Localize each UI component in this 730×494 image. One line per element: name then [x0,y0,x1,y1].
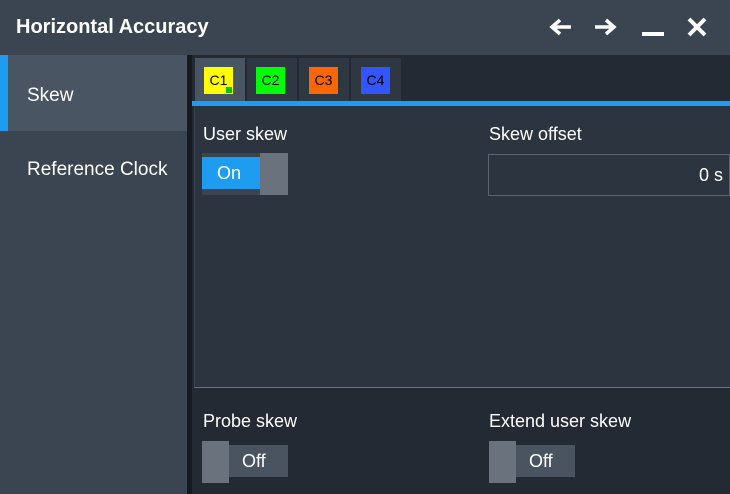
toggle-state: Off [229,445,288,477]
probe-skew-label: Probe skew [203,411,298,431]
channel-chip-c2[interactable]: C2 [256,67,285,94]
sidebar: Skew Reference Clock [0,55,187,494]
toggle-knob [260,153,288,195]
tab-label: C4 [366,72,385,88]
extend-user-skew-toggle[interactable]: Off [489,441,575,483]
extend-user-skew-label: Extend user skew [489,411,632,431]
probe-skew-toggle[interactable]: Off [202,441,288,483]
tab-label: C2 [261,72,280,88]
channel-chip-c4[interactable]: C4 [361,67,390,94]
tab-label: C1 [209,72,228,88]
channel-chip-c1[interactable]: C1 [204,67,233,94]
skew-offset-label: Skew offset [489,124,582,144]
user-skew-label: User skew [203,124,288,144]
window-title: Horizontal Accuracy [16,16,209,38]
arrow-right-icon[interactable] [590,12,620,42]
tab-label: C3 [314,72,333,88]
close-icon[interactable] [682,12,712,42]
minimize-icon[interactable] [638,12,668,42]
channel-chip-c3[interactable]: C3 [309,67,338,94]
sidebar-item-reference-clock[interactable]: Reference Clock [0,131,187,207]
arrow-left-icon[interactable] [546,12,576,42]
toggle-knob [489,441,516,483]
toggle-state: Off [516,445,575,477]
skew-offset-field[interactable]: 0 s [488,154,730,196]
skew-panel [194,106,730,388]
selection-accent [0,55,8,131]
toggle-state: On [202,157,260,189]
sidebar-item-skew[interactable]: Skew [0,55,187,131]
toggle-knob [202,441,229,483]
active-dot [226,87,232,93]
title-bar: Horizontal Accuracy [0,0,730,55]
sidebar-item-label: Reference Clock [27,159,168,180]
user-skew-toggle[interactable]: On [202,153,288,195]
sidebar-divider [187,55,192,494]
sidebar-item-label: Skew [27,85,74,106]
